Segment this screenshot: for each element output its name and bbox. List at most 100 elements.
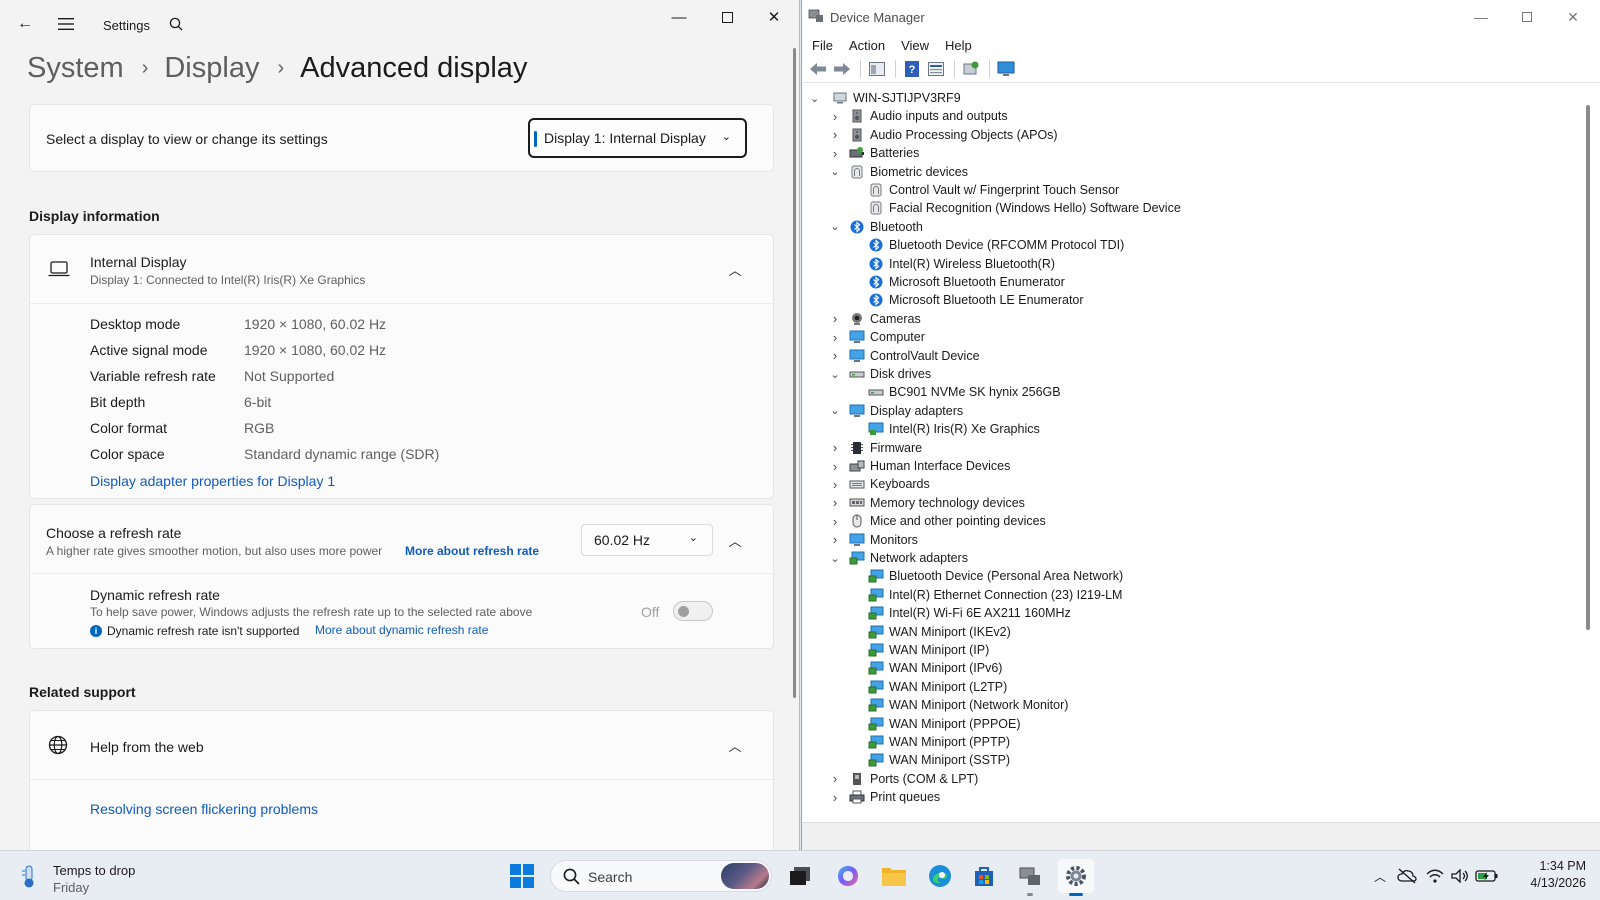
- breadcrumb-display[interactable]: Display: [164, 52, 259, 85]
- chevron-up-icon[interactable]: ︿: [727, 737, 743, 754]
- device-item[interactable]: Intel(R) Iris(R) Xe Graphics: [868, 420, 1040, 438]
- properties-icon[interactable]: [925, 59, 947, 79]
- chevron-down-icon[interactable]: ⌄: [829, 163, 841, 181]
- cloud-off-icon[interactable]: [1392, 868, 1422, 884]
- maximize-button[interactable]: [704, 0, 750, 34]
- dynamic-refresh-toggle[interactable]: [673, 601, 713, 621]
- device-item[interactable]: WAN Miniport (IPv6): [868, 659, 1002, 677]
- chevron-down-icon[interactable]: ⌄: [829, 402, 841, 420]
- back-arrow-icon[interactable]: [807, 59, 829, 79]
- copilot-icon[interactable]: [830, 859, 866, 893]
- device-category[interactable]: ⌄ Display adapters: [830, 402, 963, 420]
- display-select-dropdown[interactable]: Display 1: Internal Display ⌄: [528, 118, 747, 158]
- chevron-right-icon[interactable]: ›: [829, 788, 841, 806]
- more-about-dynamic-refresh-link[interactable]: More about dynamic refresh rate: [315, 623, 488, 637]
- device-category[interactable]: ⌄ Network adapters: [830, 549, 968, 567]
- file-explorer-icon[interactable]: [876, 859, 912, 893]
- start-button[interactable]: [504, 859, 540, 893]
- device-tree-scrollbar[interactable]: [1583, 87, 1593, 820]
- chevron-right-icon[interactable]: ›: [829, 328, 841, 346]
- hamburger-menu-icon[interactable]: [50, 8, 82, 40]
- menu-action[interactable]: Action: [849, 38, 885, 53]
- device-item[interactable]: Bluetooth Device (RFCOMM Protocol TDI): [868, 236, 1124, 254]
- device-item[interactable]: WAN Miniport (PPTP): [868, 733, 1010, 751]
- device-item[interactable]: WAN Miniport (Network Monitor): [868, 696, 1068, 714]
- device-category[interactable]: › Computer: [833, 328, 925, 346]
- help-icon[interactable]: ?: [901, 59, 923, 79]
- device-item[interactable]: WAN Miniport (SSTP): [868, 751, 1010, 769]
- device-manager-taskbar-icon[interactable]: [1012, 859, 1048, 896]
- monitor-icon[interactable]: [995, 59, 1017, 79]
- device-category[interactable]: › Ports (COM & LPT): [833, 770, 979, 788]
- chevron-down-icon[interactable]: ⌄: [829, 218, 841, 236]
- volume-icon[interactable]: [1448, 869, 1472, 883]
- chevron-down-icon[interactable]: ⌄: [829, 365, 841, 383]
- task-view-icon[interactable]: [782, 859, 818, 893]
- edge-browser-icon[interactable]: [922, 859, 958, 893]
- device-category[interactable]: › Audio Processing Objects (APOs): [833, 126, 1058, 144]
- display-adapter-properties-link[interactable]: Display adapter properties for Display 1: [90, 473, 335, 489]
- device-item[interactable]: Intel(R) Wireless Bluetooth(R): [868, 255, 1055, 273]
- device-item[interactable]: Microsoft Bluetooth LE Enumerator: [868, 291, 1084, 309]
- device-category[interactable]: › Mice and other pointing devices: [833, 512, 1046, 530]
- forward-arrow-icon[interactable]: [831, 59, 853, 79]
- screen-flickering-link[interactable]: Resolving screen flickering problems: [90, 801, 318, 817]
- chevron-down-icon[interactable]: ⌄: [829, 549, 841, 567]
- refresh-rate-dropdown[interactable]: 60.02 Hz ⌄: [581, 524, 713, 556]
- chevron-right-icon[interactable]: ›: [829, 144, 841, 162]
- device-category[interactable]: › Monitors: [833, 531, 918, 549]
- chevron-right-icon[interactable]: ›: [829, 475, 841, 493]
- minimize-button[interactable]: —: [656, 0, 702, 34]
- scan-hardware-icon[interactable]: [960, 59, 982, 79]
- display-info-header[interactable]: Internal Display Display 1: Connected to…: [30, 235, 773, 303]
- breadcrumb-system[interactable]: System: [27, 52, 124, 85]
- more-about-refresh-rate-link[interactable]: More about refresh rate: [405, 544, 539, 558]
- chevron-right-icon[interactable]: ›: [829, 126, 841, 144]
- device-category[interactable]: › Cameras: [833, 310, 921, 328]
- device-category[interactable]: › Print queues: [833, 788, 940, 806]
- device-category[interactable]: › Firmware: [833, 439, 922, 457]
- device-item[interactable]: Control Vault w/ Fingerprint Touch Senso…: [868, 181, 1119, 199]
- search-icon[interactable]: [160, 8, 192, 40]
- device-category[interactable]: › Human Interface Devices: [833, 457, 1011, 475]
- menu-view[interactable]: View: [901, 38, 929, 53]
- device-category[interactable]: ⌄ Disk drives: [830, 365, 931, 383]
- tree-root[interactable]: ⌄ WIN-SJTIJPV3RF9: [810, 89, 961, 107]
- close-button[interactable]: ✕: [1550, 0, 1596, 34]
- close-button[interactable]: ✕: [751, 0, 797, 34]
- wifi-icon[interactable]: [1422, 869, 1448, 883]
- menu-help[interactable]: Help: [945, 38, 972, 53]
- chevron-up-icon[interactable]: ︿: [1368, 868, 1392, 885]
- show-hide-tree-icon[interactable]: [866, 59, 888, 79]
- help-from-web-header[interactable]: Help from the web ︿: [30, 711, 773, 779]
- device-category[interactable]: ⌄ Biometric devices: [830, 163, 968, 181]
- chevron-right-icon[interactable]: ›: [829, 512, 841, 530]
- device-category[interactable]: › ControlVault Device: [833, 347, 980, 365]
- device-item[interactable]: Bluetooth Device (Personal Area Network): [868, 567, 1123, 585]
- back-arrow-icon[interactable]: ←: [9, 8, 41, 40]
- device-category[interactable]: › Audio inputs and outputs: [833, 107, 1008, 125]
- chevron-right-icon[interactable]: ›: [829, 494, 841, 512]
- device-category[interactable]: ⌄ Bluetooth: [830, 218, 922, 236]
- clock[interactable]: 1:34 PM 4/13/2026: [1496, 858, 1586, 892]
- maximize-button[interactable]: [1504, 0, 1550, 34]
- scrollbar-thumb[interactable]: [1586, 105, 1590, 630]
- settings-taskbar-icon[interactable]: [1058, 859, 1094, 896]
- chevron-right-icon[interactable]: ›: [829, 310, 841, 328]
- device-item[interactable]: WAN Miniport (PPPOE): [868, 715, 1021, 733]
- device-item[interactable]: Microsoft Bluetooth Enumerator: [868, 273, 1065, 291]
- device-category[interactable]: › Keyboards: [833, 475, 930, 493]
- chevron-right-icon[interactable]: ›: [829, 531, 841, 549]
- device-category[interactable]: › Batteries: [833, 144, 920, 162]
- chevron-down-icon[interactable]: ⌄: [810, 92, 824, 105]
- device-item[interactable]: BC901 NVMe SK hynix 256GB: [868, 383, 1061, 401]
- chevron-right-icon[interactable]: ›: [829, 107, 841, 125]
- chevron-up-icon[interactable]: ︿: [727, 261, 743, 278]
- device-category[interactable]: › Memory technology devices: [833, 494, 1025, 512]
- device-item[interactable]: WAN Miniport (IP): [868, 641, 989, 659]
- device-item[interactable]: WAN Miniport (L2TP): [868, 678, 1007, 696]
- chevron-up-icon[interactable]: ︿: [727, 532, 743, 549]
- settings-scrollbar[interactable]: [793, 48, 796, 698]
- menu-file[interactable]: File: [812, 38, 833, 53]
- device-item[interactable]: Intel(R) Ethernet Connection (23) I219-L…: [868, 586, 1122, 604]
